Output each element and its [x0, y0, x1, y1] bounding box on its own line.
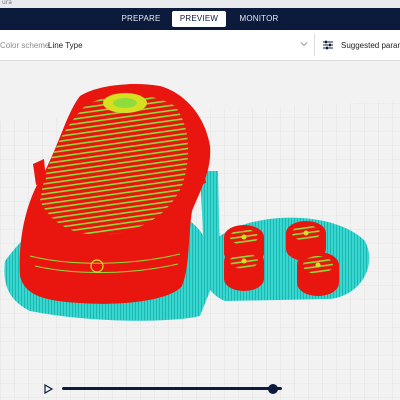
settings-sliders-icon[interactable] [322, 39, 334, 51]
layer-playback-slider[interactable] [62, 387, 282, 390]
toolbar-divider [314, 34, 315, 56]
stage-menu: PREPARE PREVIEW MONITOR [0, 8, 400, 30]
view-toolbar: Color scheme Line Type Suggested parame [0, 30, 400, 61]
tab-preview[interactable]: PREVIEW [172, 11, 226, 27]
app-title: ura [2, 0, 12, 6]
color-scheme-select[interactable]: Line Type [48, 41, 83, 50]
window-titlebar: ura [0, 0, 400, 8]
print-settings-button[interactable]: Suggested parame [341, 41, 400, 50]
chevron-down-icon[interactable] [300, 40, 308, 48]
tab-prepare[interactable]: PREPARE [118, 11, 164, 27]
sliced-model-preview[interactable] [0, 61, 400, 400]
play-icon[interactable] [44, 384, 53, 394]
3d-viewport[interactable] [0, 61, 400, 400]
wheel-rear-right [297, 252, 339, 296]
color-scheme-label: Color scheme [0, 41, 50, 50]
wheel-rear-left [224, 249, 264, 291]
tab-monitor[interactable]: MONITOR [234, 11, 284, 27]
